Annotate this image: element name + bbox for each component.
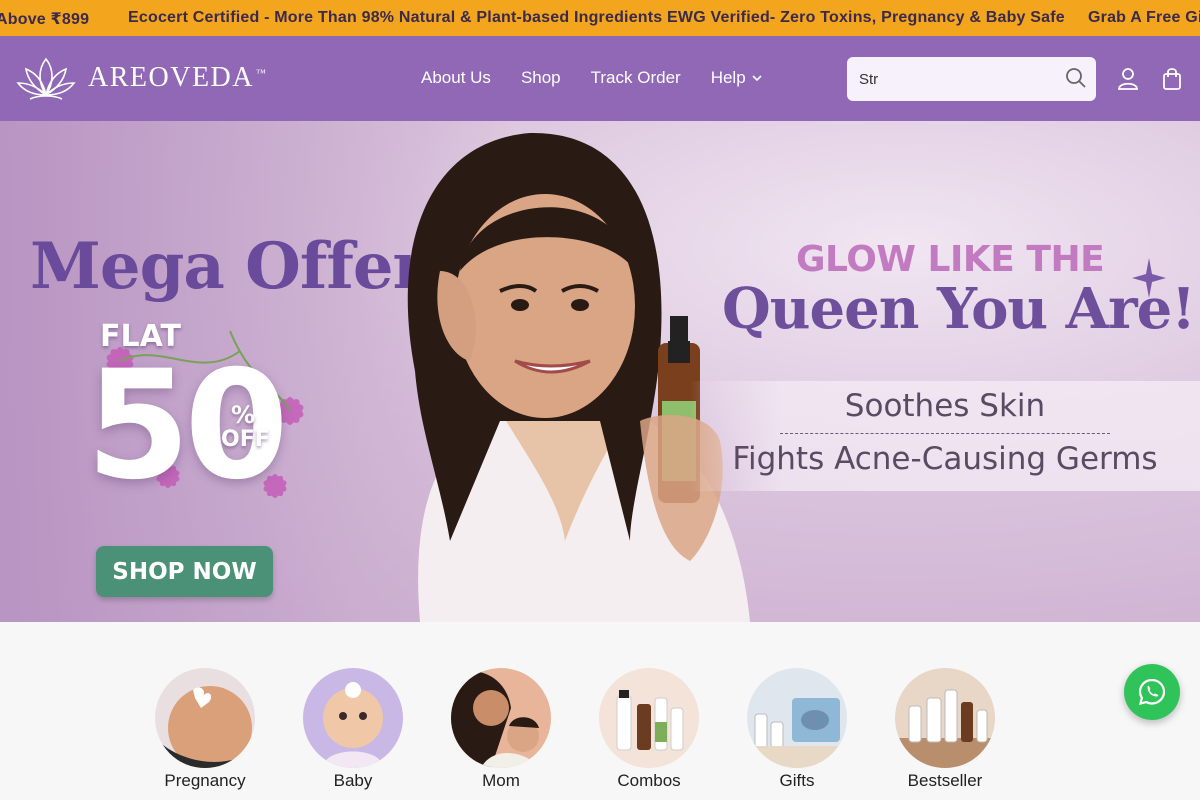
nav-about-us[interactable]: About Us xyxy=(421,68,491,88)
hero-banner[interactable]: Mega Offer 50 FLAT % OFF SHOP NOW GLOW L… xyxy=(0,121,1200,622)
hero-glow-text: GLOW LIKE THE xyxy=(796,239,1105,280)
category-label: Gifts xyxy=(779,771,815,790)
search-input[interactable] xyxy=(859,57,1059,101)
nav-track-order[interactable]: Track Order xyxy=(591,68,681,88)
category-combos[interactable]: Combos xyxy=(599,668,699,791)
search-box xyxy=(847,57,1096,101)
main-nav: About Us Shop Track Order Help xyxy=(421,68,762,88)
hero-percent-sign: % xyxy=(231,401,256,429)
category-gifts[interactable]: Gifts xyxy=(747,668,847,791)
hero-off-label: OFF xyxy=(221,427,270,452)
announcement-text-right: Grab A Free Gi xyxy=(1088,9,1200,26)
category-label: Mom xyxy=(482,771,520,790)
category-combos-image xyxy=(599,668,699,768)
hero-flat-label: FLAT xyxy=(100,319,181,354)
announcement-text-left: Above ₹899 xyxy=(0,11,90,28)
sparkle-icon xyxy=(1132,258,1166,298)
nav-shop[interactable]: Shop xyxy=(521,68,561,88)
category-mom[interactable]: Mom xyxy=(451,668,551,791)
category-label: Pregnancy xyxy=(164,771,246,790)
brand-logo[interactable]: AREOVEDA ™ xyxy=(16,55,267,101)
category-bestseller[interactable]: Bestseller xyxy=(895,668,995,791)
search-icon[interactable] xyxy=(1064,66,1088,90)
whatsapp-icon xyxy=(1138,678,1166,706)
whatsapp-chat-button[interactable] xyxy=(1124,664,1180,720)
chevron-down-icon xyxy=(752,74,762,81)
category-label: Bestseller xyxy=(907,771,983,790)
category-baby-image xyxy=(303,668,403,768)
bag-icon[interactable] xyxy=(1161,67,1183,91)
category-baby[interactable]: Baby xyxy=(303,668,403,791)
site-header: AREOVEDA ™ About Us Shop Track Order Help xyxy=(0,36,1200,121)
lotus-logo-icon xyxy=(16,57,76,100)
category-pregnancy-image xyxy=(155,668,255,768)
benefit-soothes-skin: Soothes Skin xyxy=(844,388,1046,424)
nav-help-label: Help xyxy=(710,68,746,87)
shop-now-button[interactable]: SHOP NOW xyxy=(96,546,273,597)
category-row: Pregnancy Baby Mom Combos Gifts Bestsell… xyxy=(155,668,995,791)
announcement-bar: Above ₹899 Ecocert Certified - More Than… xyxy=(0,0,1200,36)
category-label: Combos xyxy=(617,771,681,790)
category-bestseller-image xyxy=(895,668,995,768)
model-photo xyxy=(407,132,750,622)
nav-help[interactable]: Help xyxy=(711,68,762,88)
announcement-text: Ecocert Certified - More Than 98% Natura… xyxy=(128,9,1065,26)
category-mom-image xyxy=(451,668,551,768)
category-label: Baby xyxy=(333,771,373,790)
category-gifts-image xyxy=(747,668,847,768)
benefit-fights-acne: Fights Acne-Causing Germs xyxy=(732,441,1158,477)
brand-name: AREOVEDA ™ xyxy=(88,62,268,93)
benefit-divider xyxy=(780,433,1110,434)
hero-queen-text: Queen You Are! xyxy=(722,276,1196,342)
category-pregnancy[interactable]: Pregnancy xyxy=(155,668,255,791)
account-icon[interactable] xyxy=(1117,67,1139,91)
